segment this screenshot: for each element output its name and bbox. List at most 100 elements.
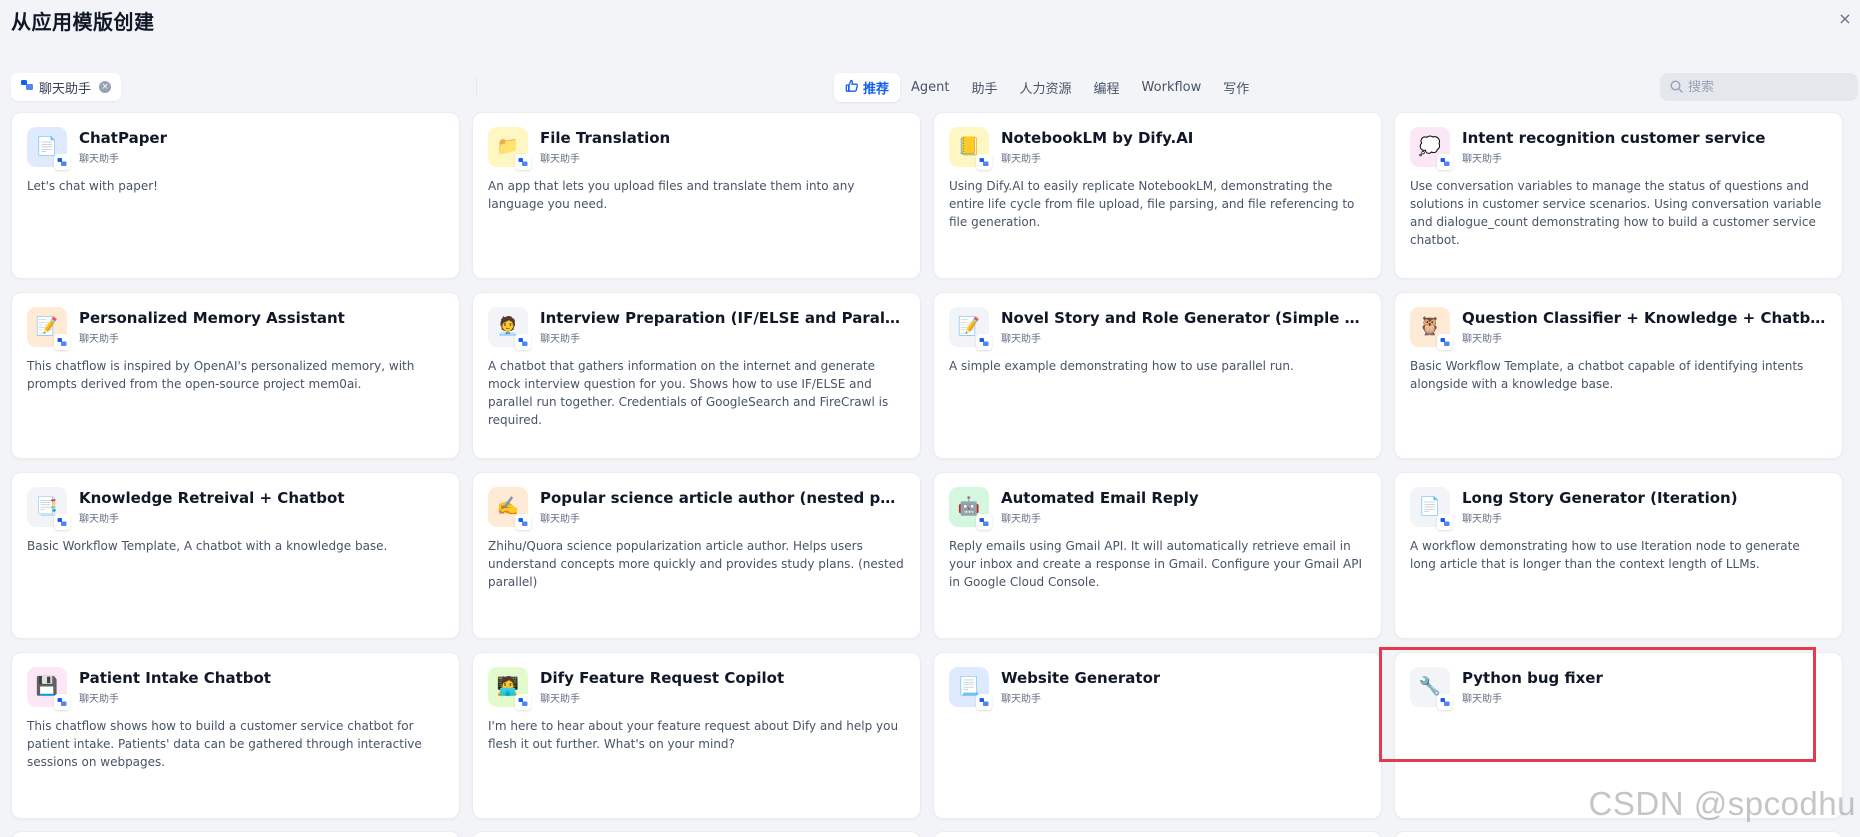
document-icon: 📄 <box>1418 496 1442 517</box>
card-title: Dify Feature Request Copilot <box>540 669 785 687</box>
category-tabs: 推荐 Agent 助手 人力资源 编程 Workflow 写作 <box>834 73 1260 102</box>
app-icon: 🧑‍💼 <box>488 307 531 350</box>
tab-workflow[interactable]: Workflow <box>1131 73 1213 102</box>
person-icon: 🧑‍💼 <box>496 316 520 337</box>
card-header: ✍️ Popular science article author (nested… <box>488 487 905 530</box>
card-header: 📝 Novel Story and Role Generator (Simple … <box>949 307 1366 350</box>
search-box[interactable] <box>1660 73 1858 101</box>
card-title: Long Story Generator (Iteration) <box>1462 489 1738 507</box>
tab-programming[interactable]: 编程 <box>1083 73 1131 102</box>
chatbot-mode-icon <box>515 154 531 170</box>
template-card[interactable]: 📝 Novel Story and Role Generator (Simple … <box>933 292 1382 459</box>
card-title: NotebookLM by Dify.AI <box>1001 129 1194 147</box>
template-card[interactable]: 📃 Website Generator 聊天助手 <box>933 652 1382 819</box>
card-app-type: 聊天助手 <box>540 514 580 525</box>
floppy-disk-icon: 💾 <box>35 676 59 697</box>
card-app-type: 聊天助手 <box>540 334 580 345</box>
template-grid: 📄 ChatPaper 聊天助手 Let's chat with paper! 📁 Fil… <box>11 112 1843 819</box>
tab-label: 推荐 <box>863 82 890 97</box>
template-card[interactable]: 🦉 Question Classifier + Knowledge + Chatb… <box>1394 292 1843 459</box>
toolbar-divider <box>476 76 477 96</box>
template-card[interactable]: 💭 Intent recognition customer service 聊天助手… <box>1394 112 1843 279</box>
card-app-type: 聊天助手 <box>79 334 119 345</box>
template-card[interactable]: 📒 NotebookLM by Dify.AI 聊天助手 Using Dify.AI … <box>933 112 1382 279</box>
card-header: 📝 Personalized Memory Assistant 聊天助手 <box>27 307 444 350</box>
next-row-cards <box>11 831 1843 837</box>
card-header: 💾 Patient Intake Chatbot 聊天助手 <box>27 667 444 710</box>
tab-writing[interactable]: 写作 <box>1212 73 1260 102</box>
card-description: Reply emails using Gmail API. It will au… <box>949 539 1362 589</box>
card-header: 🔧 Python bug fixer 聊天助手 <box>1410 667 1827 710</box>
template-card[interactable]: 💾 Patient Intake Chatbot 聊天助手 This chatflow… <box>11 652 460 819</box>
chatbot-mode-icon <box>54 694 70 710</box>
tab-agent[interactable]: Agent <box>900 73 960 102</box>
card-description: A simple example demonstrating how to us… <box>949 359 1294 373</box>
document-icon: 📃 <box>957 676 981 697</box>
card-header: 🤖 Automated Email Reply 聊天助手 <box>949 487 1366 530</box>
chatbot-mode-icon <box>976 334 992 350</box>
card-header: 📑 Knowledge Retreival + Chatbot 聊天助手 <box>27 487 444 530</box>
card-title: Patient Intake Chatbot <box>79 669 271 687</box>
card-titles: Novel Story and Role Generator (Simple P… <box>1001 307 1366 345</box>
app-icon: 🧑‍💻 <box>488 667 531 710</box>
card-app-type: 聊天助手 <box>1462 694 1502 705</box>
chatbot-mode-icon <box>1437 694 1453 710</box>
wrench-icon: 🔧 <box>1418 676 1442 697</box>
app-icon: 📝 <box>949 307 992 350</box>
card-titles: Automated Email Reply 聊天助手 <box>1001 487 1199 525</box>
template-card[interactable]: 📁 File Translation 聊天助手 An app that lets yo… <box>472 112 921 279</box>
app-type-filter[interactable]: 聊天助手 × <box>11 73 122 101</box>
card-titles: Python bug fixer 聊天助手 <box>1462 667 1603 705</box>
card-description: Using Dify.AI to easily replicate Notebo… <box>949 179 1355 229</box>
card-partial <box>933 831 1382 837</box>
card-header: 💭 Intent recognition customer service 聊天助手 <box>1410 127 1827 170</box>
chatbot-mode-icon <box>1437 154 1453 170</box>
card-app-type: 聊天助手 <box>1001 694 1041 705</box>
card-app-type: 聊天助手 <box>540 694 580 705</box>
template-card[interactable]: 📝 Personalized Memory Assistant 聊天助手 This c… <box>11 292 460 459</box>
thumbs-up-icon <box>845 79 859 97</box>
owl-icon: 🦉 <box>1418 316 1442 337</box>
card-app-type: 聊天助手 <box>540 154 580 165</box>
template-card[interactable]: ✍️ Popular science article author (nested… <box>472 472 921 639</box>
tab-recommended[interactable]: 推荐 <box>834 73 901 102</box>
card-description: An app that lets you upload files and tr… <box>488 179 855 211</box>
card-description: This chatflow shows how to build a custo… <box>27 719 422 769</box>
app-icon: 📁 <box>488 127 531 170</box>
chatbot-mode-icon <box>515 514 531 530</box>
card-header: 📄 ChatPaper 聊天助手 <box>27 127 444 170</box>
tab-label: 助手 <box>971 82 998 97</box>
search-input[interactable] <box>1688 79 1848 95</box>
card-description: Basic Workflow Template, a chatbot capab… <box>1410 359 1804 391</box>
card-title: ChatPaper <box>79 129 168 147</box>
pencil-icon: ✍️ <box>496 496 520 517</box>
card-app-type: 聊天助手 <box>79 154 119 165</box>
watermark: CSDN @spcodhu <box>1588 785 1856 822</box>
template-card[interactable]: 🧑‍💻 Dify Feature Request Copilot 聊天助手 I'm h… <box>472 652 921 819</box>
person-icon: 🧑‍💻 <box>496 676 520 697</box>
chatbot-mode-icon <box>515 334 531 350</box>
chatbot-mode-icon <box>1437 514 1453 530</box>
app-icon: 📑 <box>27 487 70 530</box>
card-titles: Interview Preparation (IF/ELSE and Paral… <box>540 307 905 345</box>
card-description: I'm here to hear about your feature requ… <box>488 719 899 751</box>
app-icon: 💭 <box>1410 127 1453 170</box>
template-card[interactable]: 🧑‍💼 Interview Preparation (IF/ELSE and Pa… <box>472 292 921 459</box>
app-icon: 🤖 <box>949 487 992 530</box>
clear-filter-icon[interactable]: × <box>99 81 112 93</box>
template-card[interactable]: 🤖 Automated Email Reply 聊天助手 Reply emails u… <box>933 472 1382 639</box>
tab-hr[interactable]: 人力资源 <box>1009 73 1083 102</box>
app-icon: 🔧 <box>1410 667 1453 710</box>
app-icon: 📄 <box>27 127 70 170</box>
card-titles: Intent recognition customer service 聊天助手 <box>1462 127 1765 165</box>
template-card[interactable]: 📑 Knowledge Retreival + Chatbot 聊天助手 Basic … <box>11 472 460 639</box>
tab-label: Workflow <box>1141 80 1202 95</box>
template-card[interactable]: 📄 ChatPaper 聊天助手 Let's chat with paper! <box>11 112 460 279</box>
card-partial <box>1394 831 1843 837</box>
card-description: A workflow demonstrating how to use Iter… <box>1410 539 1800 571</box>
tab-assistant[interactable]: 助手 <box>961 73 1009 102</box>
template-card[interactable]: 📄 Long Story Generator (Iteration) 聊天助手 A w… <box>1394 472 1843 639</box>
close-icon[interactable]: × <box>1836 10 1854 28</box>
document-icon: 📄 <box>35 136 59 157</box>
card-title: Python bug fixer <box>1462 669 1603 687</box>
